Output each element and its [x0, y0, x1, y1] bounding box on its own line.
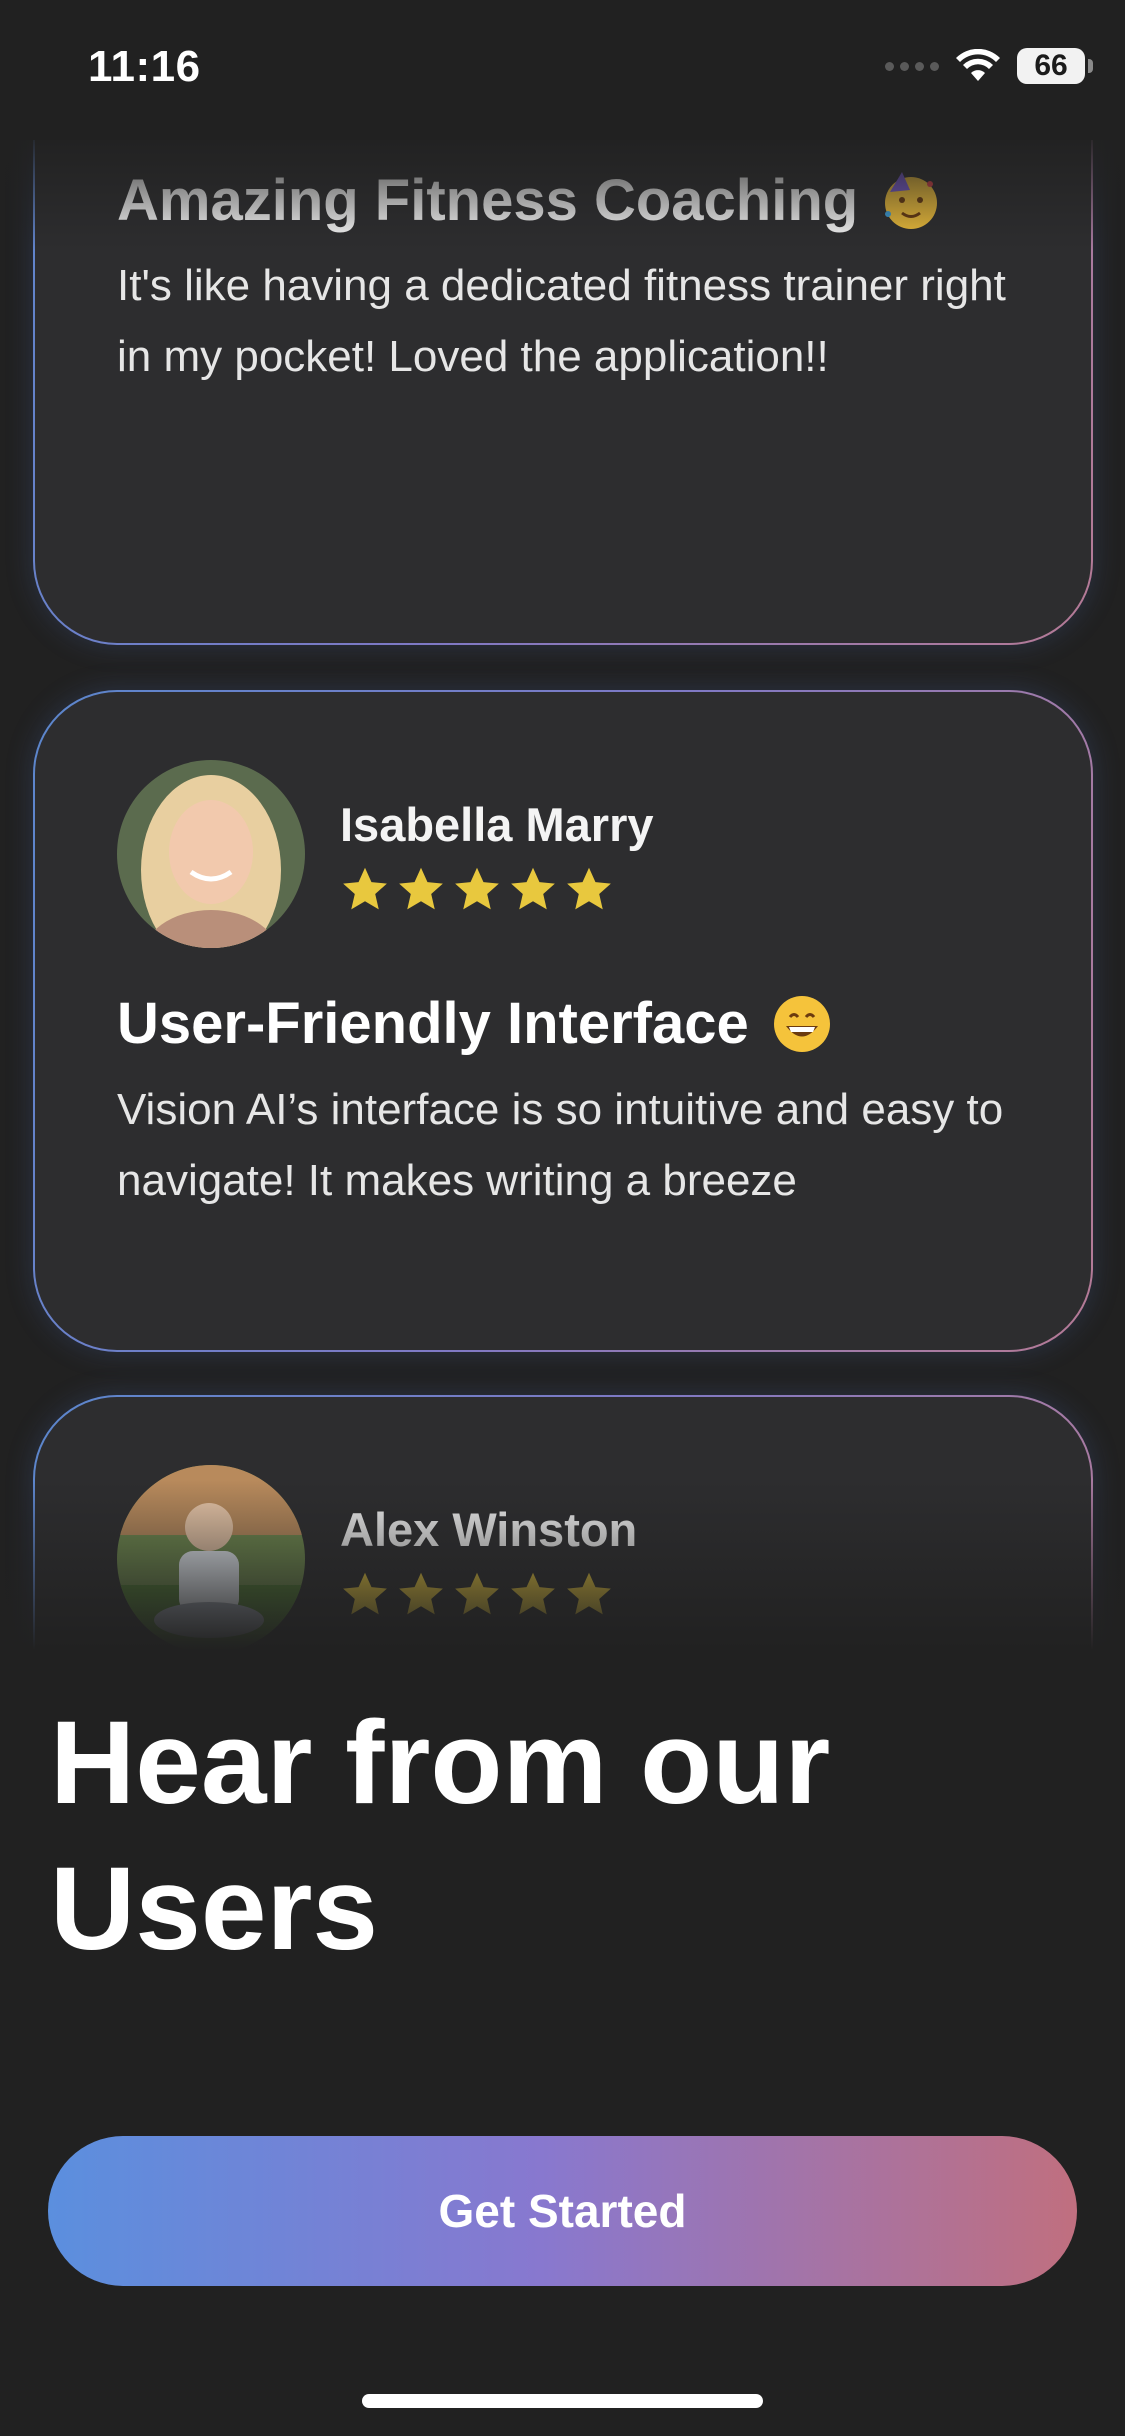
star-icon — [455, 1572, 499, 1615]
star-icon — [399, 867, 443, 910]
star-icon — [511, 867, 555, 910]
star-icon — [455, 867, 499, 910]
reviewer-name: Isabella Marry — [340, 798, 654, 851]
review-title: User-Friendly Interface — [117, 990, 833, 1057]
review-title: Amazing Fitness Coaching — [117, 167, 942, 234]
review-card: Alex Winston — [33, 1395, 1093, 1660]
star-icon — [343, 1572, 387, 1615]
onboarding-screen: 11:16 66 Amazing Fitness Coaching It's l… — [0, 0, 1125, 2436]
page-title: Hear from our Users — [50, 1697, 831, 1975]
home-indicator[interactable] — [362, 2394, 763, 2408]
star-icon — [567, 867, 611, 910]
reviewer-avatar — [117, 1465, 305, 1653]
reviewer-name: Alex Winston — [340, 1503, 638, 1556]
rating-stars — [340, 1569, 614, 1619]
status-bar: 11:16 66 — [0, 0, 1125, 140]
review-card: Isabella Marry User-Friendly Interface V — [33, 690, 1093, 1352]
get-started-button[interactable]: Get Started — [48, 2136, 1077, 2286]
wifi-icon — [956, 49, 1000, 81]
status-icons: 66 — [885, 48, 1093, 84]
review-body: It's like having a dedicated fitness tra… — [117, 261, 1006, 381]
reviewer-avatar — [117, 760, 305, 948]
star-icon — [567, 1572, 611, 1615]
review-title-text: Amazing Fitness Coaching — [117, 168, 859, 233]
rating-stars — [340, 864, 614, 914]
cellular-signal-icon — [885, 61, 939, 71]
star-icon — [399, 1572, 443, 1615]
review-body: Vision AI’s interface is so intuitive an… — [117, 1085, 1004, 1205]
battery-level: 66 — [1034, 49, 1068, 82]
review-title-text: User-Friendly Interface — [117, 991, 749, 1056]
status-time: 11:16 — [88, 42, 201, 91]
star-icon — [511, 1572, 555, 1615]
star-icon — [343, 867, 387, 910]
grinning-face-icon — [773, 995, 830, 1052]
party-face-icon — [885, 171, 938, 229]
reviews-list[interactable]: Amazing Fitness Coaching It's like havin… — [0, 0, 1125, 1660]
battery-icon: 66 — [1017, 48, 1093, 84]
